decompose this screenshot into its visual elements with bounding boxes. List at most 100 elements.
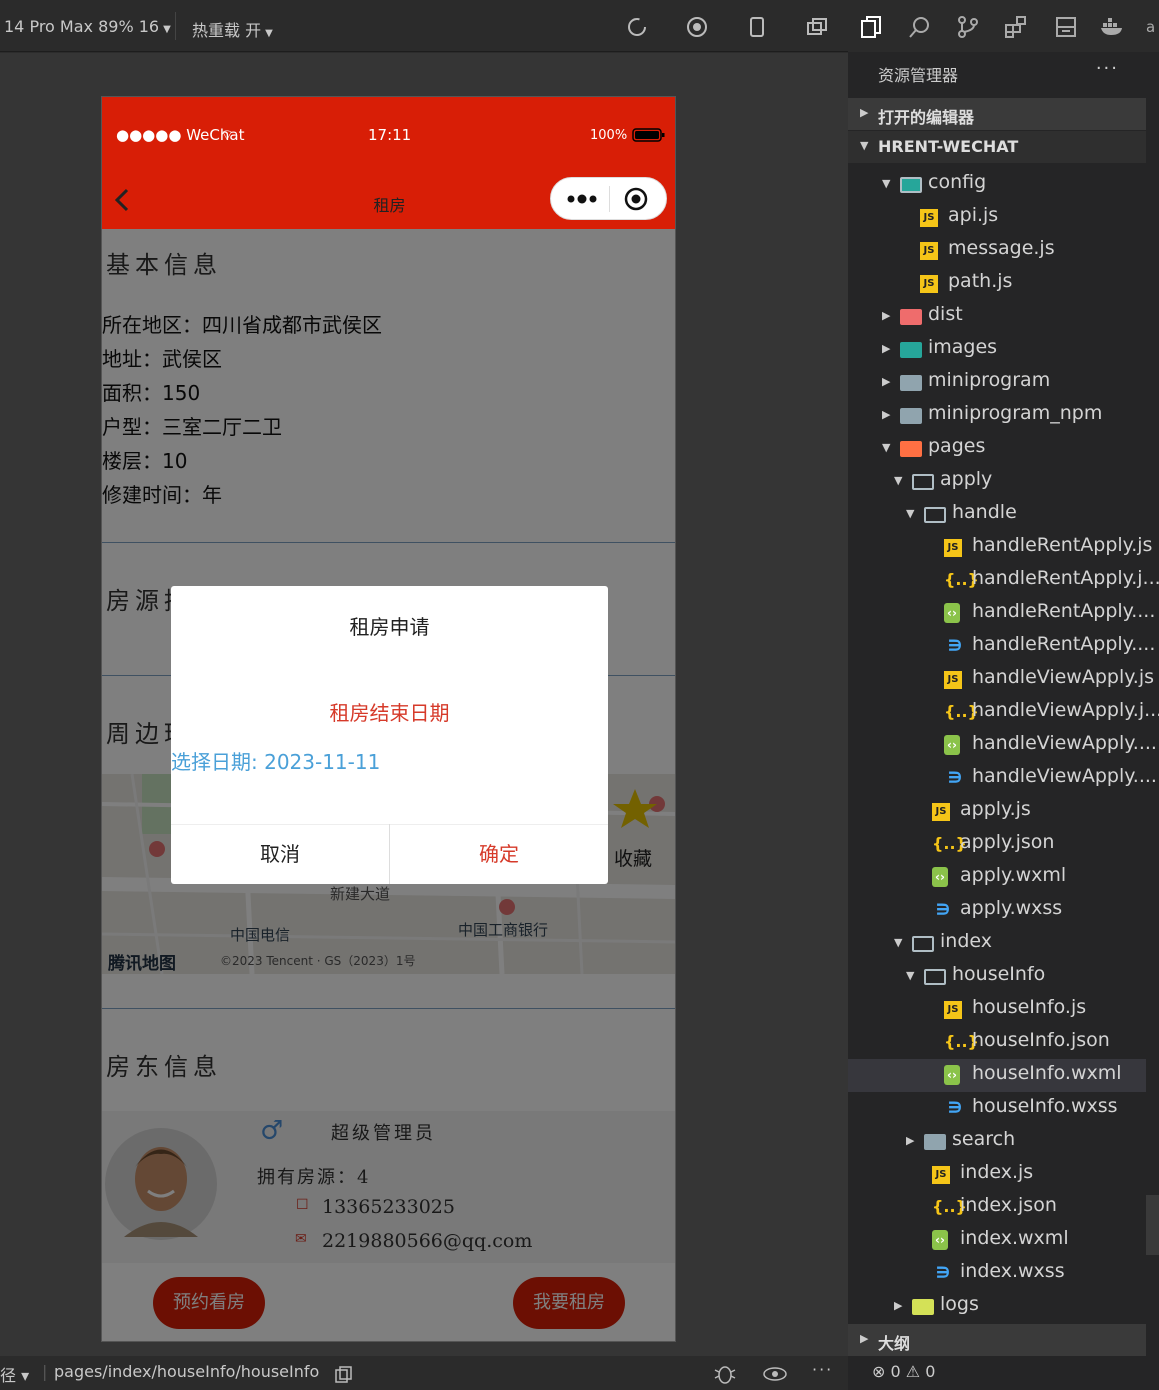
docker-icon[interactable]: [1100, 17, 1126, 37]
file-row[interactable]: {..} handleViewApply.j...: [848, 696, 1159, 729]
file-row[interactable]: ‹› index.wxml: [848, 1224, 1146, 1257]
ide-window: 14 Pro Max 89% 16 ▼ 热重载 开 ▼ ●●●●● WeChat ⌔…: [0, 0, 1159, 1390]
search-icon[interactable]: [908, 15, 932, 39]
js-file-icon: JS: [932, 803, 950, 821]
confirm-button[interactable]: 确定: [390, 824, 608, 884]
toolbar-divider: [175, 12, 176, 40]
file-row[interactable]: JS handleViewApply.js: [848, 663, 1154, 696]
capsule-divider: [609, 186, 610, 212]
cancel-button[interactable]: 取消: [171, 824, 389, 884]
date-picker[interactable]: 选择日期: 2023-11-11: [171, 746, 380, 775]
chevron-down-icon: ▼: [906, 969, 915, 982]
file-row[interactable]: ∍ handleViewApply....: [848, 762, 1157, 795]
folder-open-icon: [912, 474, 934, 490]
file-row[interactable]: ‹› handleRentApply....: [848, 597, 1155, 630]
js-file-icon: JS: [920, 275, 938, 293]
chevron-right-icon: ▶: [906, 1134, 915, 1147]
file-row[interactable]: ∍ index.wxss: [848, 1257, 1146, 1290]
chevron-down-icon: ▼: [860, 139, 869, 152]
eye-icon[interactable]: [762, 1366, 788, 1382]
folder-row[interactable]: ▼ config: [848, 168, 1146, 201]
open-editors-section[interactable]: ▶ 打开的编辑器: [848, 98, 1146, 130]
file-row[interactable]: {..} houseInfo.json: [848, 1026, 1146, 1059]
folder-row[interactable]: ▼ apply: [848, 465, 1146, 498]
record-icon[interactable]: [686, 16, 708, 38]
file-row[interactable]: {..} apply.json: [848, 828, 1146, 861]
file-row[interactable]: ∍ houseInfo.wxss: [848, 1092, 1146, 1125]
phone-icon[interactable]: [746, 16, 768, 38]
js-file-icon: JS: [944, 671, 962, 689]
dialog-title: 租房申请: [349, 615, 430, 639]
copy-icon[interactable]: [335, 1366, 353, 1384]
wxml-file-icon: ‹›: [944, 1065, 960, 1085]
tree-item-label: index.wxml: [960, 1227, 1069, 1249]
folder-row[interactable]: ▶ miniprogram: [848, 366, 1146, 399]
file-row[interactable]: ‹› houseInfo.wxml: [848, 1059, 1146, 1092]
folder-row[interactable]: ▶ images: [848, 333, 1146, 366]
js-file-icon: JS: [944, 1001, 962, 1019]
hot-reload-toggle[interactable]: 热重载 开 ▼: [192, 17, 273, 41]
tree-item-label: handleRentApply....: [972, 633, 1156, 655]
overflow-icon[interactable]: a: [1146, 18, 1155, 36]
file-row[interactable]: JS message.js: [848, 234, 1146, 267]
folder-row[interactable]: ▶ search: [848, 1125, 1146, 1158]
file-row[interactable]: ∍ handleRentApply....: [848, 630, 1156, 663]
file-row[interactable]: JS api.js: [848, 201, 1146, 234]
hot-reload-label: 热重载 开: [192, 21, 262, 40]
chevron-right-icon: ▶: [882, 309, 891, 322]
tree-item-label: apply.wxml: [960, 864, 1067, 886]
extensions-icon[interactable]: [1004, 15, 1028, 39]
files-icon[interactable]: [860, 15, 882, 39]
problems-count[interactable]: ⊗ 0 ⚠ 0: [872, 1362, 935, 1381]
file-row[interactable]: {..} index.json: [848, 1191, 1146, 1224]
folder-row[interactable]: ▼ pages: [848, 432, 1146, 465]
refresh-icon[interactable]: [626, 16, 648, 38]
wxml-file-icon: ‹›: [932, 867, 948, 887]
project-label: HRENT-WECHAT: [878, 137, 1019, 156]
dialog-subtitle: 租房结束日期: [329, 701, 450, 725]
detach-window-icon[interactable]: [806, 16, 828, 38]
storage-icon[interactable]: [1054, 15, 1078, 39]
chevron-down-icon: ▼: [894, 474, 903, 487]
json-file-icon: {..}: [932, 1197, 967, 1216]
more-actions-icon[interactable]: ···: [1096, 58, 1119, 79]
file-row[interactable]: ‹› handleViewApply....: [848, 729, 1157, 762]
file-row[interactable]: JS index.js: [848, 1158, 1146, 1191]
js-file-icon: JS: [932, 1166, 950, 1184]
activity-bar: a: [848, 0, 1159, 52]
folder-row[interactable]: ▼ index: [848, 927, 1146, 960]
folder-icon: [900, 342, 922, 358]
file-row[interactable]: JS apply.js: [848, 795, 1146, 828]
file-row[interactable]: JS handleRentApply.js: [848, 531, 1152, 564]
js-file-icon: JS: [920, 242, 938, 260]
folder-icon: [924, 1134, 946, 1150]
folder-row[interactable]: ▼ houseInfo: [848, 960, 1146, 993]
folder-open-icon: [912, 936, 934, 952]
tree-item-label: handleViewApply....: [972, 765, 1157, 787]
file-row[interactable]: ‹› apply.wxml: [848, 861, 1146, 894]
json-file-icon: {..}: [944, 702, 979, 721]
folder-row[interactable]: ▶ miniprogram_npm: [848, 399, 1146, 432]
chevron-right-icon: ▶: [882, 408, 891, 421]
device-selector[interactable]: 14 Pro Max 89% 16 ▼: [4, 17, 171, 36]
json-file-icon: {..}: [932, 834, 967, 853]
phone-nav-bar: 租房: [102, 171, 675, 229]
file-row[interactable]: ∍ apply.wxss: [848, 894, 1146, 927]
file-row[interactable]: JS path.js: [848, 267, 1146, 300]
outline-section[interactable]: ▶ 大纲: [848, 1324, 1146, 1356]
folder-row[interactable]: ▶ logs: [848, 1290, 1146, 1323]
close-miniprogram-icon[interactable]: [624, 187, 648, 211]
folder-row[interactable]: ▶ dist: [848, 300, 1146, 333]
tree-item-label: handleViewApply.js: [972, 666, 1154, 688]
tree-item-label: pages: [928, 435, 986, 457]
scrollbar[interactable]: [1146, 1195, 1159, 1255]
folder-row[interactable]: ▼ handle: [848, 498, 1146, 531]
file-row[interactable]: {..} handleRentApply.j...: [848, 564, 1159, 597]
source-control-icon[interactable]: [956, 15, 980, 39]
more-dots-icon[interactable]: [565, 190, 599, 208]
debug-icon[interactable]: [713, 1364, 737, 1384]
path-dropdown[interactable]: 径 ▾: [0, 1362, 29, 1386]
more-icon[interactable]: ···: [812, 1360, 833, 1379]
file-row[interactable]: JS houseInfo.js: [848, 993, 1146, 1026]
project-section[interactable]: ▼ HRENT-WECHAT: [848, 131, 1146, 163]
